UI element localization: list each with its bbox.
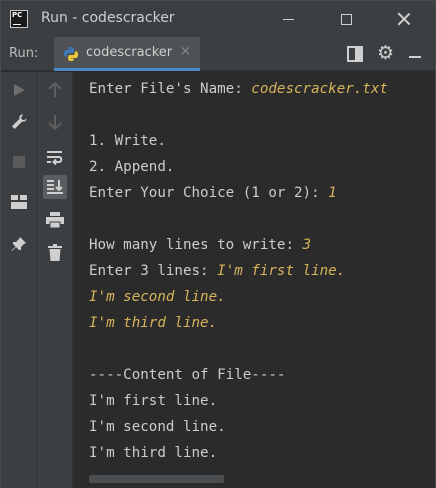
trash-icon — [48, 243, 62, 261]
edit-configuration-button[interactable] — [7, 110, 31, 134]
print-button[interactable] — [43, 208, 67, 232]
run-toolbar-secondary — [37, 72, 73, 488]
user-input: I'm third line. — [89, 315, 218, 331]
user-input: 1 — [328, 185, 337, 201]
maximize-icon — [340, 13, 352, 25]
stop-button[interactable] — [7, 150, 31, 174]
clear-all-button[interactable] — [43, 240, 67, 264]
scroll-up-button[interactable] — [43, 78, 67, 102]
user-input: I'm first line. — [217, 263, 346, 279]
scroll-down-button[interactable] — [43, 110, 67, 134]
soft-wrap-button[interactable] — [43, 146, 67, 170]
arrow-up-icon — [48, 82, 62, 97]
console-line: I'm first line. — [89, 393, 218, 409]
pin-tab-button[interactable] — [7, 232, 31, 256]
console-line: 1. Write. — [89, 133, 166, 149]
console-line: ----Content of File---- — [89, 367, 286, 383]
tab-codescracker[interactable]: codescracker × — [54, 37, 200, 71]
minimize-button[interactable] — [265, 1, 311, 37]
user-input: I'm second line. — [89, 289, 226, 305]
user-input: codescracker.txt — [251, 81, 388, 97]
console-line: I'm third line. — [89, 445, 218, 461]
window-title: Run - codescracker — [41, 10, 175, 26]
minimize-icon — [282, 18, 294, 20]
arrow-down-icon — [48, 115, 62, 130]
close-button[interactable] — [381, 1, 427, 37]
stop-icon — [13, 156, 25, 168]
gear-icon[interactable]: ⚙ — [377, 43, 394, 63]
console-line: Enter 3 lines: I'm first line. — [89, 263, 346, 279]
printer-icon — [46, 211, 64, 228]
run-tab-bar: Run: codescracker × ⚙ — [1, 37, 435, 71]
console-line: I'm second line. — [89, 288, 226, 306]
rerun-button[interactable] — [7, 78, 31, 102]
wrench-icon — [12, 114, 27, 129]
tab-close-icon[interactable]: × — [180, 44, 191, 59]
scroll-to-end-button[interactable] — [43, 175, 67, 199]
run-toolbar-primary — [1, 72, 37, 488]
horizontal-scrollbar[interactable] — [89, 475, 224, 483]
console-line: I'm third line. — [89, 314, 217, 332]
maximize-button[interactable] — [323, 1, 369, 37]
pin-icon — [11, 237, 26, 251]
app-icon-text: PC — [12, 11, 23, 19]
console-line: Enter Your Choice (1 or 2): 1 — [89, 185, 337, 201]
run-window: PC Run - codescracker Run: codescracker … — [0, 0, 436, 488]
console-line: Enter File's Name: codescracker.txt — [89, 81, 388, 97]
soft-wrap-icon — [47, 151, 63, 166]
title-bar: PC Run - codescracker — [1, 1, 435, 37]
console-line: I'm second line. — [89, 419, 226, 435]
layout-grid-icon — [11, 195, 27, 209]
console-output[interactable]: Enter File's Name: codescracker.txt 1. W… — [74, 72, 435, 488]
close-icon — [397, 12, 411, 26]
pycharm-logo-icon: PC — [10, 10, 28, 28]
play-icon — [14, 84, 25, 96]
python-icon — [64, 47, 78, 61]
hide-panel-icon[interactable] — [409, 56, 421, 58]
scroll-to-end-icon — [47, 180, 63, 194]
layout-icon[interactable] — [347, 46, 363, 62]
tab-label: codescracker — [86, 45, 173, 60]
console-line: How many lines to write: 3 — [89, 237, 312, 253]
user-input: 3 — [302, 237, 312, 253]
restore-layout-button[interactable] — [7, 190, 31, 214]
console-line: 2. Append. — [89, 159, 175, 175]
run-label: Run: — [9, 46, 39, 61]
